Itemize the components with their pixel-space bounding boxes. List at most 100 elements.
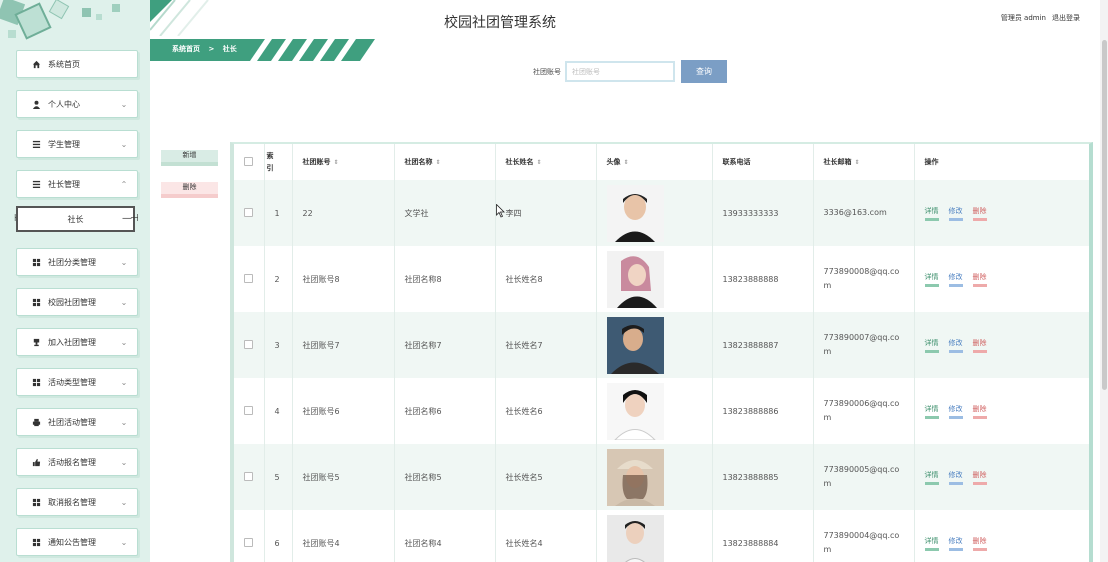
sort-icon[interactable]: ⇕ <box>855 159 860 166</box>
table-row[interactable]: 4 社团账号6 社团名称6 社长姓名6 13823888886 77389000… <box>234 378 1089 444</box>
chevron-up-icon: ⌃ <box>120 179 128 189</box>
sidebar-item-club-activity[interactable]: 社团活动管理 ⌄ <box>16 408 138 436</box>
header-email[interactable]: 社长邮箱 ⇕ <box>813 144 915 180</box>
delete-button[interactable]: 删除 <box>972 272 987 287</box>
row-leader-name: 李四 <box>495 180 597 246</box>
row-checkbox[interactable] <box>244 273 253 283</box>
header-leader-name[interactable]: 社长姓名 ⇕ <box>495 144 597 180</box>
delete-button[interactable]: 删除 <box>972 338 987 353</box>
avatar <box>606 514 664 562</box>
row-select-cell[interactable] <box>234 246 265 312</box>
chevron-down-icon: ⌄ <box>120 457 128 467</box>
edit-button[interactable]: 修改 <box>948 470 963 485</box>
batch-delete-button[interactable]: 删除 <box>161 182 218 198</box>
decoration-line-icon: —⊣ <box>122 213 139 224</box>
table-row[interactable]: 2 社团账号8 社团名称8 社长姓名8 13823888888 77389000… <box>234 246 1089 312</box>
sidebar-item-cancel-signup[interactable]: 取消报名管理 ⌄ <box>16 488 138 516</box>
header-account[interactable]: 社团账号 ⇕ <box>292 144 395 180</box>
table-row[interactable]: 6 社团账号4 社团名称4 社长姓名4 13823888884 77389000… <box>234 510 1089 562</box>
page-scrollbar[interactable] <box>1100 0 1108 562</box>
scrollbar-thumb[interactable] <box>1102 40 1107 390</box>
row-checkbox[interactable] <box>244 207 253 217</box>
sidebar-item-club-category[interactable]: 社团分类管理 ⌄ <box>16 248 138 276</box>
sidebar-item-activity-type[interactable]: 活动类型管理 ⌄ <box>16 368 138 396</box>
sidebar-item-label: 学生管理 <box>48 139 80 149</box>
sort-icon[interactable]: ⇕ <box>436 159 441 166</box>
row-club-name: 社团名称7 <box>394 312 496 378</box>
row-select-cell[interactable] <box>234 444 265 510</box>
delete-button[interactable]: 删除 <box>972 404 987 419</box>
sidebar-item-campus-club[interactable]: 校园社团管理 ⌄ <box>16 288 138 316</box>
sidebar-item-label: 活动类型管理 <box>48 377 96 387</box>
sidebar-item-student-management[interactable]: 学生管理 ⌄ <box>16 130 138 158</box>
header-avatar[interactable]: 头像 ⇕ <box>596 144 713 180</box>
delete-button[interactable]: 删除 <box>972 470 987 485</box>
header-label: 联系电话 <box>722 158 751 166</box>
row-avatar-cell <box>596 180 713 246</box>
sidebar-subitem-label: 社长 <box>67 214 84 224</box>
row-checkbox[interactable] <box>244 537 253 547</box>
sidebar: 系统首页 个人中心 ⌄ 学生管理 ⌄ 社长管理 ⌃ ⊢— 社长 —⊣ 社团分类管… <box>0 0 150 562</box>
header-label: 操作 <box>924 158 939 166</box>
row-select-cell[interactable] <box>234 312 265 378</box>
sort-icon[interactable]: ⇕ <box>537 159 542 166</box>
logout-link[interactable]: 退出登录 <box>1052 13 1080 23</box>
search-input[interactable] <box>565 61 675 82</box>
row-email: 3336@163.com <box>813 180 915 246</box>
row-checkbox[interactable] <box>244 471 253 481</box>
detail-button[interactable]: 详情 <box>924 404 939 419</box>
sidebar-item-join-club[interactable]: 加入社团管理 ⌄ <box>16 328 138 356</box>
delete-button[interactable]: 删除 <box>972 206 987 221</box>
row-checkbox[interactable] <box>244 339 253 349</box>
sort-icon[interactable]: ⇕ <box>334 159 339 166</box>
sidebar-item-home[interactable]: 系统首页 <box>16 50 138 78</box>
breadcrumb-home[interactable]: 系统首页 <box>172 45 200 53</box>
chevron-down-icon: ⌄ <box>120 337 128 347</box>
row-account: 社团账号5 <box>292 444 395 510</box>
row-avatar-cell <box>596 312 713 378</box>
select-all-checkbox[interactable] <box>244 156 253 166</box>
detail-button[interactable]: 详情 <box>924 470 939 485</box>
row-club-name: 社团名称6 <box>394 378 496 444</box>
delete-button[interactable]: 删除 <box>972 536 987 551</box>
sidebar-item-president-management[interactable]: 社长管理 ⌃ <box>16 170 138 198</box>
table-row[interactable]: 5 社团账号5 社团名称5 社长姓名5 13823888885 77389000… <box>234 444 1089 510</box>
edit-button[interactable]: 修改 <box>948 338 963 353</box>
sidebar-subitem-president[interactable]: 社长 <box>16 206 135 232</box>
edit-button[interactable]: 修改 <box>948 536 963 551</box>
printer-icon <box>31 417 41 427</box>
row-checkbox[interactable] <box>244 405 253 415</box>
sidebar-item-label: 社长管理 <box>48 179 80 189</box>
edit-button[interactable]: 修改 <box>948 206 963 221</box>
detail-button[interactable]: 详情 <box>924 272 939 287</box>
header-club-name[interactable]: 社团名称 ⇕ <box>394 144 496 180</box>
detail-button[interactable]: 详情 <box>924 536 939 551</box>
detail-button[interactable]: 详情 <box>924 338 939 353</box>
edit-button[interactable]: 修改 <box>948 404 963 419</box>
row-select-cell[interactable] <box>234 378 265 444</box>
chevron-down-icon: ⌄ <box>120 139 128 149</box>
sidebar-item-personal-center[interactable]: 个人中心 ⌄ <box>16 90 138 118</box>
row-phone: 13823888886 <box>712 378 814 444</box>
sort-icon[interactable]: ⇕ <box>624 159 629 166</box>
row-phone: 13823888884 <box>712 510 814 562</box>
sidebar-item-label: 通知公告管理 <box>48 537 96 547</box>
search-button[interactable]: 查询 <box>681 60 727 83</box>
detail-button[interactable]: 详情 <box>924 206 939 221</box>
list-icon <box>31 139 41 149</box>
row-select-cell[interactable] <box>234 510 265 562</box>
sidebar-item-activity-signup[interactable]: 活动报名管理 ⌄ <box>16 448 138 476</box>
row-account: 社团账号8 <box>292 246 395 312</box>
avatar <box>606 250 664 308</box>
row-select-cell[interactable] <box>234 180 265 246</box>
breadcrumb: 系统首页 > 社长 <box>150 39 380 61</box>
chevron-down-icon: ⌄ <box>120 497 128 507</box>
sidebar-item-notice[interactable]: 通知公告管理 ⌄ <box>16 528 138 556</box>
header-select-all[interactable] <box>234 144 265 180</box>
table-row[interactable]: 1 22 文学社 李四 13933333333 3336@163.com 详情 … <box>234 180 1089 246</box>
table-row[interactable]: 3 社团账号7 社团名称7 社长姓名7 13823888887 77389000… <box>234 312 1089 378</box>
row-phone: 13823888888 <box>712 246 814 312</box>
add-button[interactable]: 新增 <box>161 150 218 166</box>
edit-button[interactable]: 修改 <box>948 272 963 287</box>
header-index: 索 引 <box>264 144 293 180</box>
